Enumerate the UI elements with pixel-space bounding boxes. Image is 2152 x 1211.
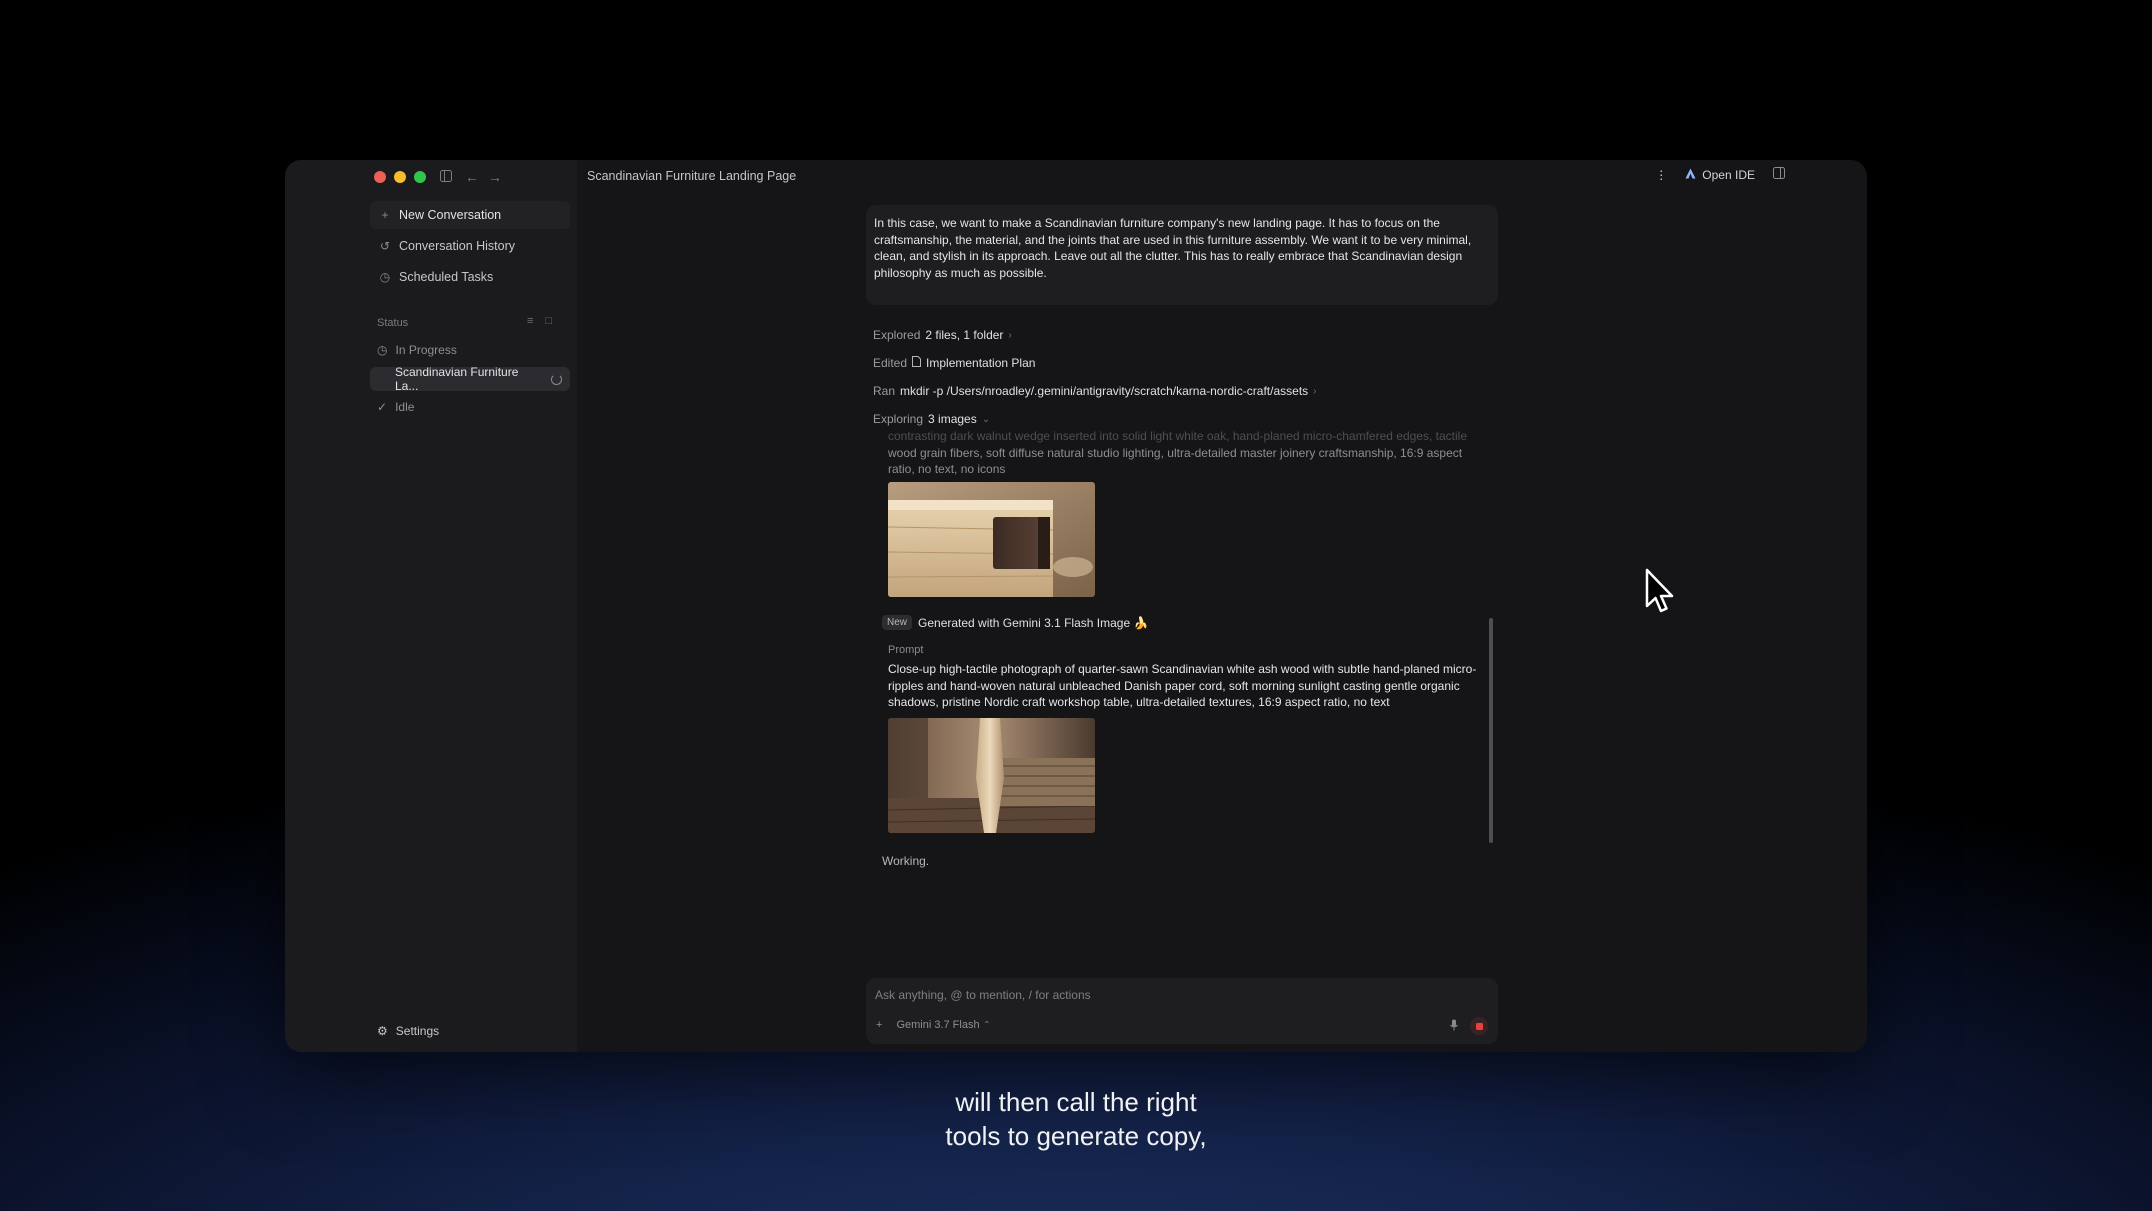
status-in-progress[interactable]: ◷ In Progress [370,338,570,362]
step-verb: Edited [873,356,908,370]
maximize-window-button[interactable] [414,171,426,183]
sidebar-toggle-icon[interactable] [440,169,452,185]
scheduled-tasks-button[interactable]: ◷ Scheduled Tasks [370,263,570,291]
scheduled-tasks-label: Scheduled Tasks [399,270,494,284]
sidebar-item-scandinavian-furniture[interactable]: Scandinavian Furniture La... [370,365,570,393]
caption-line: tools to generate copy, [945,1121,1207,1151]
page-title: Scandinavian Furniture Landing Page [587,169,797,183]
chevron-down-icon: ⌄ [981,413,991,425]
close-window-button[interactable] [374,171,386,183]
progress-clock-icon: ◷ [377,343,388,357]
image-prompt-text: Close-up high-tactile photograph of quar… [888,662,1477,709]
conversation-history-button[interactable]: ↺ Conversation History [370,232,570,260]
faded-prompt-line: wood grain fibers, soft diffuse natural … [888,445,1463,460]
status-section-label: Status [377,317,409,329]
input-actions [1450,1017,1488,1035]
video-caption: will then call the right tools to genera… [0,1085,2152,1153]
working-status: Working. [882,854,930,868]
add-attachment-button[interactable]: + [876,1019,882,1031]
step-detail: 2 files, 1 folder [925,328,1004,342]
caption-line: will then call the right [955,1087,1197,1117]
input-toolbar: + Gemini 3.7 Flash ⌃ [876,1019,991,1031]
minimize-window-button[interactable] [394,171,406,183]
status-idle[interactable]: ✓ Idle [370,395,570,419]
settings-label: Settings [395,1024,440,1038]
back-arrow-icon[interactable]: ← [465,169,479,185]
panel-toggle-icon[interactable] [1773,167,1785,182]
clock-icon: ◷ [379,270,391,284]
step-edited[interactable]: Edited Implementation Plan [873,356,1035,370]
step-verb: Explored [873,328,921,342]
step-exploring[interactable]: Exploring 3 images ⌄ [873,412,990,426]
chevron-right-icon: › [1008,329,1012,341]
chevron-up-icon: ⌃ [982,1020,992,1031]
chat-input-placeholder[interactable]: Ask anything, @ to mention, / for action… [875,988,1091,1002]
new-folder-icon[interactable]: □ [545,315,552,327]
open-ide-button[interactable]: Open IDE [1685,168,1755,182]
conversation-scrollbar[interactable] [1489,618,1493,843]
settings-button[interactable]: ⚙ Settings [377,1024,439,1038]
chevron-right-icon: › [1313,385,1317,397]
step-detail: 3 images [928,412,977,426]
sidebar: ← → + New Conversation ↺ Conversation Hi… [285,160,577,1052]
chat-input-box[interactable]: Ask anything, @ to mention, / for action… [866,978,1498,1044]
faded-prompt-line: ratio, no text, no icons [888,462,1006,476]
new-conversation-label: New Conversation [399,208,502,222]
step-detail: Implementation Plan [926,356,1036,370]
top-right-controls: ⋮ Open IDE [1655,167,1785,182]
previous-prompt-text: contrasting dark walnut wedge inserted i… [888,428,1488,478]
document-icon [912,356,922,370]
stop-generation-button[interactable] [1470,1017,1488,1035]
generated-image-joint[interactable] [888,482,1095,597]
in-progress-label: In Progress [395,343,457,357]
status-tools: ≡ □ [527,315,552,327]
step-verb: Ran [873,384,896,398]
ide-logo-icon [1685,168,1696,182]
mouse-cursor-icon [1645,568,1675,619]
step-detail: mkdir -p /Users/nroadley/.gemini/antigra… [900,384,1309,398]
gear-icon: ⚙ [377,1024,388,1038]
generated-with-label: Generated with Gemini 3.1 Flash Image 🍌 [918,615,1149,630]
open-ide-label: Open IDE [1702,167,1755,182]
loading-spinner-icon [551,373,562,385]
step-verb: Exploring [873,412,924,426]
generated-image-label: New Generated with Gemini 3.1 Flash Imag… [882,615,1148,630]
plus-icon: + [381,208,389,222]
idle-label: Idle [395,400,415,414]
faded-prompt-ghost: contrasting dark walnut wedge inserted i… [888,429,1467,443]
step-ran[interactable]: Ran mkdir -p /Users/nroadley/.gemini/ant… [873,384,1317,398]
user-prompt-message: In this case, we want to make a Scandina… [866,205,1498,305]
model-selector[interactable]: Gemini 3.7 Flash ⌃ [896,1019,991,1031]
stop-icon [1475,1022,1483,1030]
filter-icon[interactable]: ≡ [527,315,533,327]
active-conversation-label: Scandinavian Furniture La... [395,365,519,393]
generated-image-chair[interactable] [888,718,1095,833]
microphone-icon[interactable] [1450,1019,1458,1034]
window-controls [374,171,426,183]
app-window: ← → + New Conversation ↺ Conversation Hi… [285,160,1867,1052]
conversation-history-label: Conversation History [399,239,516,253]
more-options-icon[interactable]: ⋮ [1655,168,1667,182]
prompt-label: Prompt [888,644,924,656]
step-explored[interactable]: Explored 2 files, 1 folder › [873,328,1012,342]
check-circle-icon: ✓ [377,400,388,414]
forward-arrow-icon[interactable]: → [488,169,502,185]
history-icon: ↺ [379,239,391,253]
new-conversation-button[interactable]: + New Conversation [370,201,570,229]
model-name: Gemini 3.7 Flash [896,1019,980,1031]
new-badge: New [882,615,913,630]
